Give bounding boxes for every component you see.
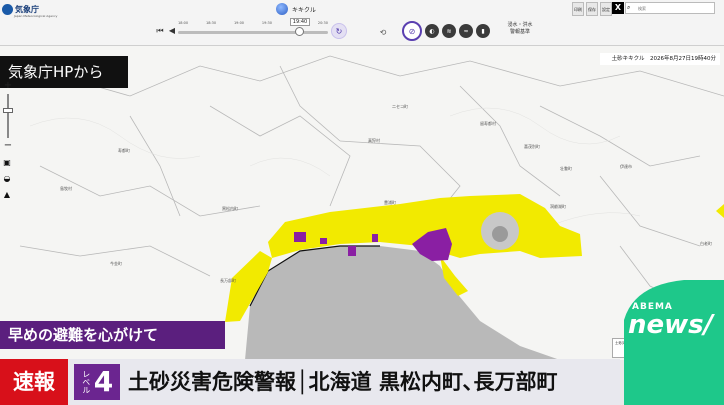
- layers-button[interactable]: ⟲: [377, 26, 389, 38]
- timeline-tick: 20:30: [317, 21, 328, 25]
- zoom-slider[interactable]: [7, 94, 9, 138]
- timeline-slider-handle[interactable]: [295, 27, 304, 36]
- kikikuru-mode-button[interactable]: ⊘: [402, 21, 422, 41]
- map-mode-button-1[interactable]: ◐: [425, 24, 439, 38]
- timeline-tick: 19:00: [233, 21, 245, 25]
- timeline-tick: 18:00: [178, 21, 189, 25]
- breaking-news-ticker: 速報 レベル 4 土砂災害危険警報│北海道 黒松内町､長万部町: [0, 359, 620, 405]
- timeline-control: ⏮ ◀ 18:00 18:30 19:00 19:30 20:00 20:30 …: [150, 18, 390, 44]
- place-label: 壮瞥町: [560, 166, 572, 171]
- settings-button[interactable]: 設定: [600, 2, 612, 16]
- evacuation-advice-banner: 早めの避難を心がけて: [0, 321, 225, 349]
- skip-back-icon[interactable]: ⏮: [154, 25, 166, 37]
- zoom-out-icon[interactable]: −: [2, 140, 14, 152]
- abema-brand-bottom: news/: [628, 310, 714, 340]
- map-mode-icon: ≋: [446, 27, 452, 35]
- hazard-map[interactable]: 二セコ町 留寿都村 喜茂別町 真狩村 伊達市 壮瞥町 洞爺湖町 豊浦町 長万部町…: [0, 46, 724, 360]
- map-mode-button-3[interactable]: ≈: [459, 24, 473, 38]
- timeline-current-time: 19:40: [290, 18, 310, 26]
- place-label: 喜茂別町: [524, 144, 540, 149]
- save-button[interactable]: 保存: [586, 2, 598, 16]
- alert-level-badge: レベル 4: [74, 364, 120, 400]
- timeline-tick: 18:30: [205, 21, 217, 25]
- rain-drop-icon[interactable]: ◒: [2, 174, 12, 184]
- place-label: 真狩村: [368, 138, 380, 143]
- place-label: 今金町: [110, 261, 122, 266]
- place-label: 白老町: [700, 241, 712, 246]
- timeline-slider[interactable]: [178, 31, 328, 34]
- abema-logo-shape: [624, 280, 724, 405]
- map-mode-icon: ▮: [481, 27, 485, 35]
- source-label: 気象庁HPから: [0, 56, 128, 88]
- place-label: 豊浦町: [384, 200, 396, 205]
- place-label: 長万部町: [220, 278, 236, 283]
- search-icon: ⌕: [627, 4, 631, 11]
- refresh-button[interactable]: ↻: [331, 23, 347, 39]
- search-input[interactable]: 検索: [625, 2, 715, 14]
- top-toolbar: 気象庁 Japan Meteorological Agency キキクル ⏮ ◀…: [0, 0, 724, 46]
- jma-logo-subtitle: Japan Meteorological Agency: [14, 14, 58, 18]
- alert-level-number: 4: [93, 365, 114, 398]
- tab-title: キキクル: [292, 6, 316, 14]
- breaking-badge: 速報: [0, 359, 68, 405]
- place-label: 黒松内町: [222, 206, 238, 211]
- place-label: 留寿都村: [480, 121, 496, 126]
- x-share-button[interactable]: X: [612, 2, 624, 14]
- layers-icon: ⟲: [379, 27, 387, 37]
- mountain-icon[interactable]: ▲: [2, 190, 12, 200]
- print-button[interactable]: 印刷: [572, 2, 584, 16]
- flood-warning-label[interactable]: 浸水・洪水 警報基準: [500, 22, 540, 36]
- place-label: 島牧村: [60, 186, 72, 191]
- map-timestamp: 土砂キキクル 2026年8月27日19時40分: [600, 53, 720, 65]
- step-back-icon[interactable]: ◀: [166, 25, 178, 37]
- zoom-slider-handle[interactable]: [3, 108, 13, 113]
- alert-level-word: レベル: [81, 370, 91, 394]
- timeline-tick: 19:30: [261, 21, 272, 25]
- map-mode-button-2[interactable]: ≋: [442, 24, 456, 38]
- map-canvas: [0, 55, 724, 360]
- location-icon[interactable]: ▣: [2, 158, 12, 168]
- place-label: 伊達市: [620, 164, 632, 169]
- jma-logo-icon: [2, 3, 13, 15]
- map-mode-icon: ◐: [429, 27, 435, 35]
- place-label: 寿都町: [118, 148, 130, 153]
- jma-logo-text: 気象庁: [15, 4, 39, 14]
- refresh-icon: ↻: [335, 26, 343, 36]
- map-mode-button-4[interactable]: ▮: [476, 24, 490, 38]
- globe-icon: [276, 3, 288, 15]
- ticker-headline: 土砂災害危険警報│北海道 黒松内町､長万部町: [128, 370, 558, 394]
- place-label: 二セコ町: [392, 104, 408, 109]
- tool-buttons: 印刷 保存 設定: [572, 2, 612, 16]
- kikikuru-title-tab[interactable]: キキクル: [276, 1, 366, 17]
- place-label: 洞爺湖町: [550, 204, 566, 209]
- kikikuru-icon: ⊘: [408, 26, 416, 36]
- zoom-in-icon[interactable]: +: [2, 80, 14, 92]
- map-mode-icon: ≈: [463, 27, 469, 35]
- abema-news-logo: ABEMA news/: [624, 280, 724, 405]
